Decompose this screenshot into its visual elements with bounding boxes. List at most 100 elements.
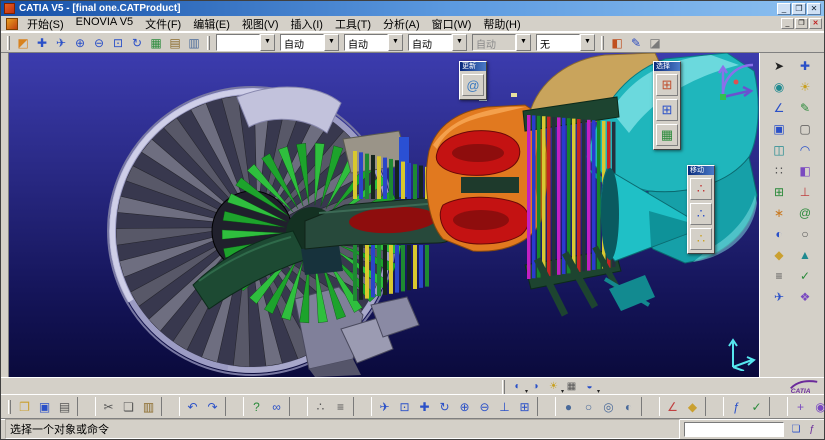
- assemble-icon[interactable]: ⊞: [769, 182, 789, 201]
- pocket-icon[interactable]: ▢: [795, 119, 815, 138]
- grid-icon[interactable]: ▦: [147, 34, 165, 52]
- combo-arrow-icon[interactable]: ▼: [452, 34, 467, 51]
- smart-move-icon[interactable]: ∴: [690, 228, 712, 250]
- power-input-icon[interactable]: ƒ: [804, 421, 820, 437]
- graph-icon[interactable]: ≡: [331, 397, 350, 416]
- manipulate-icon[interactable]: ∴: [690, 178, 712, 200]
- help-icon[interactable]: ?: [247, 397, 266, 416]
- target-icon[interactable]: ◉: [811, 397, 825, 416]
- palette-title[interactable]: 更新: [460, 62, 486, 71]
- link-icon[interactable]: ∞: [267, 397, 286, 416]
- light-icon[interactable]: ☀: [795, 77, 815, 96]
- color-combo[interactable]: 自动 ▼: [408, 34, 467, 51]
- grid-snap-icon[interactable]: ▦: [563, 379, 580, 394]
- depth-effect-icon[interactable]: ◒: [581, 379, 600, 395]
- wireframe-icon[interactable]: ○: [795, 224, 815, 243]
- wizard-icon[interactable]: ◪: [646, 34, 664, 52]
- update-all-icon[interactable]: @: [795, 203, 815, 222]
- lighting-icon[interactable]: ☀: [545, 379, 564, 395]
- menu-item[interactable]: 分析(A): [377, 15, 426, 33]
- triad-icon[interactable]: ▲: [795, 245, 815, 264]
- combo-arrow-icon[interactable]: ▼: [388, 34, 403, 51]
- print-icon[interactable]: ▤: [55, 397, 74, 416]
- 3d-viewport[interactable]: 更新 @ 选择 ⊞ ⊞ ▦ 移动 ∴ ∴ ∴: [9, 53, 759, 377]
- zoomout-tool-icon[interactable]: ⊖: [475, 397, 494, 416]
- fillet-icon[interactable]: ◠: [795, 140, 815, 159]
- combo-arrow-icon[interactable]: ▼: [580, 34, 595, 51]
- maximize-button[interactable]: ❐: [792, 2, 806, 15]
- copy-icon[interactable]: ❏: [119, 397, 138, 416]
- floating-toolbar-update[interactable]: 更新 @: [459, 61, 487, 100]
- view-compass[interactable]: [711, 55, 759, 105]
- zoom-out-icon[interactable]: ⊖: [90, 34, 108, 52]
- explode-icon[interactable]: ∗: [769, 203, 789, 222]
- menu-item[interactable]: ENOVIA V5: [70, 15, 139, 33]
- multi-view-icon[interactable]: ⊞: [515, 397, 534, 416]
- toolbar-handle[interactable]: [7, 35, 10, 50]
- toolbar-handle[interactable]: [601, 35, 604, 50]
- palette-title[interactable]: 移动: [688, 166, 714, 175]
- separator[interactable]: [353, 397, 372, 416]
- doc-minimize-button[interactable]: _: [781, 18, 794, 29]
- select-icon[interactable]: ➤: [769, 56, 789, 75]
- structure-filter-icon[interactable]: ⊞: [656, 74, 678, 96]
- thickness-combo[interactable]: 自动 ▼: [344, 34, 403, 51]
- shell-icon[interactable]: ◫: [769, 140, 789, 159]
- separator[interactable]: [77, 397, 96, 416]
- close-button[interactable]: ✕: [807, 2, 821, 15]
- wireframe-view-icon[interactable]: ○: [579, 397, 598, 416]
- menu-item[interactable]: 插入(I): [285, 15, 329, 33]
- shaded-icon[interactable]: ●: [559, 397, 578, 416]
- fly-icon[interactable]: ✈: [769, 287, 789, 306]
- menu-item[interactable]: 开始(S): [21, 15, 70, 33]
- hidden-line-icon[interactable]: ◎: [599, 397, 618, 416]
- separator[interactable]: [225, 397, 244, 416]
- layer-combo[interactable]: 自动 ▼: [472, 34, 531, 51]
- separator[interactable]: [161, 397, 180, 416]
- doc-close-button[interactable]: ✕: [809, 18, 822, 29]
- pan-icon[interactable]: ✚: [33, 34, 51, 52]
- check-icon[interactable]: ✓: [747, 397, 766, 416]
- fly-through-icon[interactable]: ✈: [375, 397, 394, 416]
- fit-icon[interactable]: ⊡: [395, 397, 414, 416]
- cut-icon[interactable]: ✂: [99, 397, 118, 416]
- open-icon[interactable]: ❐: [15, 397, 34, 416]
- sketcher-icon[interactable]: ✎: [795, 98, 815, 117]
- shading-icon[interactable]: ◐: [769, 224, 789, 243]
- pan-tool-icon[interactable]: ✚: [415, 397, 434, 416]
- power-input-field[interactable]: [684, 421, 784, 437]
- material-icon[interactable]: ◆: [769, 245, 789, 264]
- menu-item[interactable]: 帮助(H): [477, 15, 526, 33]
- render-style-icon[interactable]: ◑: [527, 379, 544, 394]
- dialog-toggle-icon[interactable]: ❏: [788, 421, 804, 437]
- swap-visible-icon[interactable]: ◐: [619, 397, 638, 416]
- rotate-tool-icon[interactable]: ↻: [435, 397, 454, 416]
- engine-model-canvas[interactable]: [9, 53, 759, 377]
- undo-icon[interactable]: ↶: [183, 397, 202, 416]
- menu-item[interactable]: 文件(F): [139, 15, 187, 33]
- minimize-button[interactable]: _: [777, 2, 791, 15]
- constraint-icon[interactable]: ⊥: [795, 182, 815, 201]
- group-filter-icon[interactable]: ▦: [656, 124, 678, 146]
- separator[interactable]: [289, 397, 308, 416]
- menu-item[interactable]: 视图(V): [236, 15, 285, 33]
- save-icon[interactable]: ▣: [35, 397, 54, 416]
- render-combo[interactable]: 无 ▼: [536, 34, 595, 51]
- workbench-icon[interactable]: ◩: [14, 34, 32, 52]
- verify-icon[interactable]: ✓: [795, 266, 815, 285]
- catalog-icon[interactable]: ▥: [185, 34, 203, 52]
- section-icon[interactable]: ❖: [795, 287, 815, 306]
- pad-icon[interactable]: ▣: [769, 119, 789, 138]
- linetype-combo[interactable]: 自动 ▼: [280, 34, 339, 51]
- view-mode-icon[interactable]: ◐: [509, 379, 528, 395]
- separator[interactable]: [705, 397, 724, 416]
- combo-arrow-icon[interactable]: ▼: [260, 34, 275, 51]
- camera-icon[interactable]: ◉: [769, 77, 789, 96]
- menu-item[interactable]: 窗口(W): [426, 15, 478, 33]
- snap-icon[interactable]: ∴: [690, 203, 712, 225]
- pattern-icon[interactable]: ∷: [769, 161, 789, 180]
- axis-system-icon[interactable]: +: [791, 397, 810, 416]
- separator[interactable]: [641, 397, 660, 416]
- start-menu-icon[interactable]: [6, 17, 18, 30]
- doc-restore-button[interactable]: ❐: [795, 18, 808, 29]
